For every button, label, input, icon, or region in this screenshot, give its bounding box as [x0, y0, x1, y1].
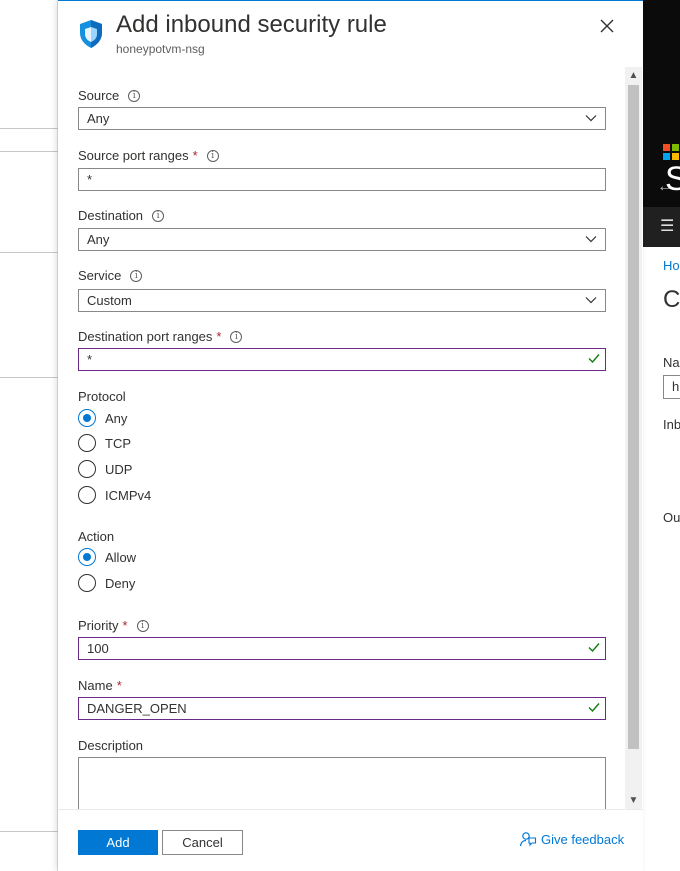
protocol-radio-icmpv4[interactable]: ICMPv4: [78, 486, 151, 504]
service-dropdown[interactable]: Custom: [78, 289, 606, 312]
divider: [0, 128, 58, 129]
shield-icon: [80, 20, 102, 48]
description-textarea[interactable]: [78, 757, 606, 809]
panel-header: Add inbound security rule honeypotvm-nsg: [58, 1, 643, 61]
info-icon[interactable]: i: [206, 149, 219, 162]
action-label: Action: [78, 529, 115, 544]
checkmark-icon: [588, 643, 600, 653]
priority-label: Priority * i: [78, 618, 149, 633]
service-value: Custom: [87, 293, 132, 308]
chevron-down-icon: [585, 236, 597, 243]
give-feedback-link[interactable]: Give feedback: [519, 830, 624, 848]
divider: [0, 831, 58, 832]
panel-subtitle: honeypotvm-nsg: [116, 42, 205, 56]
source-port-ranges-value: *: [87, 172, 93, 187]
background-page-left: [0, 0, 58, 871]
radio-button-selected[interactable]: [78, 409, 96, 427]
action-option-label: Deny: [105, 575, 136, 591]
name-input[interactable]: DANGER_OPEN: [78, 697, 606, 720]
info-icon[interactable]: i: [230, 330, 243, 343]
destination-value: Any: [87, 232, 110, 247]
destination-dropdown[interactable]: Any: [78, 228, 606, 251]
divider: [0, 377, 58, 378]
action-option-label: Allow: [105, 549, 137, 565]
protocol-radio-any[interactable]: Any: [78, 409, 127, 427]
form-scroll-area[interactable]: Source i Any Source port ranges * i * Desti…: [58, 67, 643, 809]
info-icon[interactable]: i: [128, 89, 141, 102]
name-label-fragment: Na: [663, 355, 680, 370]
priority-input[interactable]: 100: [78, 637, 606, 660]
destination-port-ranges-value: *: [87, 352, 93, 367]
checkmark-icon: [588, 354, 600, 364]
source-value: Any: [87, 111, 110, 126]
action-radio-deny[interactable]: Deny: [78, 574, 135, 592]
radio-button[interactable]: [78, 486, 96, 504]
protocol-label: Protocol: [78, 389, 126, 404]
source-port-ranges-input[interactable]: *: [78, 168, 606, 191]
protocol-option-label: UDP: [105, 461, 133, 477]
checkmark-icon: [588, 703, 600, 713]
protocol-radio-udp[interactable]: UDP: [78, 460, 132, 478]
scrollbar-thumb[interactable]: [628, 85, 639, 749]
hamburger-menu-icon[interactable]: ☰: [660, 216, 674, 236]
radio-button-selected[interactable]: [78, 548, 96, 566]
portal-title-fragment: S: [665, 160, 680, 198]
radio-button[interactable]: [78, 460, 96, 478]
service-label: Service i: [78, 268, 143, 283]
cancel-button[interactable]: Cancel: [162, 830, 243, 855]
name-label: Name *: [78, 678, 122, 693]
chevron-down-icon: [585, 297, 597, 304]
protocol-radio-tcp[interactable]: TCP: [78, 434, 131, 452]
radio-button[interactable]: [78, 574, 96, 592]
panel-title: Add inbound security rule: [116, 11, 387, 38]
source-dropdown[interactable]: Any: [78, 107, 606, 130]
priority-value: 100: [87, 641, 109, 656]
source-port-ranges-label: Source port ranges * i: [78, 148, 219, 163]
radio-button[interactable]: [78, 434, 96, 452]
info-icon[interactable]: i: [136, 619, 149, 632]
scrollbar[interactable]: ▲ ▼: [625, 67, 642, 809]
panel-footer: Add Cancel Give feedback: [58, 809, 643, 871]
breadcrumb-home-fragment[interactable]: Ho: [663, 258, 680, 273]
action-radio-allow[interactable]: Allow: [78, 548, 136, 566]
divider: [0, 252, 58, 253]
name-input-fragment[interactable]: h: [663, 375, 680, 399]
destination-port-ranges-label: Destination port ranges * i: [78, 329, 243, 344]
chevron-down-icon: [585, 115, 597, 122]
background-page-right: ← S ☰ Ho Cr Na h Inb Ou: [643, 0, 680, 871]
add-inbound-rule-panel: Add inbound security rule honeypotvm-nsg…: [58, 0, 643, 871]
protocol-option-label: TCP: [105, 435, 131, 451]
source-label: Source i: [78, 88, 141, 103]
info-icon[interactable]: i: [130, 269, 143, 282]
destination-label: Destination i: [78, 208, 165, 223]
protocol-option-label: Any: [105, 410, 128, 426]
divider: [0, 151, 58, 152]
microsoft-logo-icon: [663, 144, 679, 160]
page-heading-fragment: Cr: [663, 286, 680, 313]
inbound-label-fragment: Inb: [663, 417, 680, 432]
outbound-label-fragment: Ou: [663, 510, 680, 525]
feedback-icon: [519, 832, 537, 847]
scroll-down-arrow-icon[interactable]: ▼: [625, 792, 642, 809]
close-icon[interactable]: [596, 15, 618, 37]
give-feedback-label: Give feedback: [541, 831, 625, 847]
info-icon[interactable]: i: [152, 209, 165, 222]
scroll-up-arrow-icon[interactable]: ▲: [625, 67, 642, 84]
name-value: DANGER_OPEN: [87, 701, 187, 716]
add-button[interactable]: Add: [78, 830, 158, 855]
destination-port-ranges-input[interactable]: *: [78, 348, 606, 371]
protocol-option-label: ICMPv4: [105, 487, 152, 503]
description-label: Description: [78, 738, 144, 753]
